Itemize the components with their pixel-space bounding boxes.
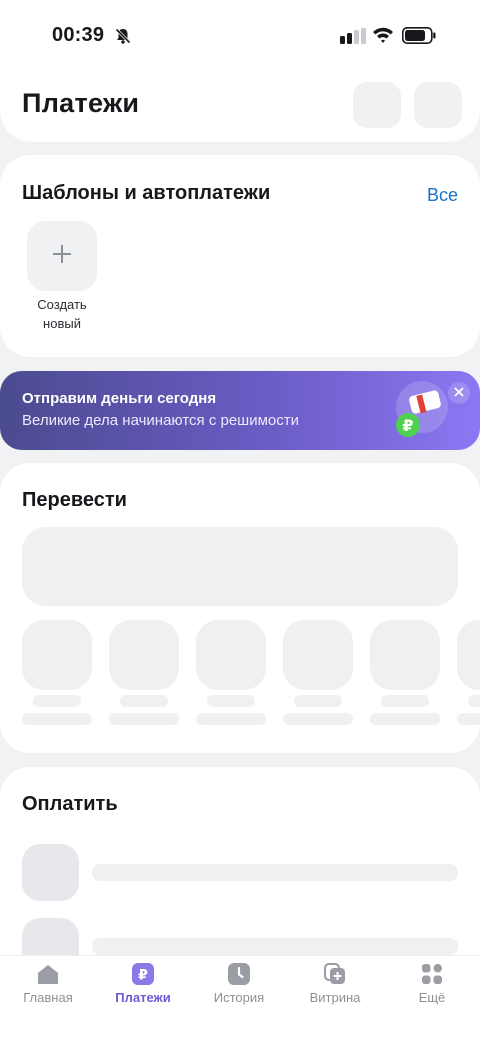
status-time: 00:39: [52, 24, 105, 46]
banner-title: Отправим деньги сегодня: [22, 390, 217, 407]
tab-payments[interactable]: ₽ Платежи: [98, 956, 188, 1016]
contact-avatar-placeholder: [370, 620, 440, 690]
create-label-line1: Создать: [37, 297, 87, 312]
contact-avatar-placeholder: [457, 620, 480, 690]
plus-icon: [51, 243, 73, 270]
contact-avatar-placeholder: [196, 620, 266, 690]
transfer-search-placeholder: [22, 527, 458, 606]
contact-sub-placeholder: [283, 713, 353, 725]
money-illustration-icon: ₽: [388, 379, 452, 448]
tab-label: Ещё: [418, 990, 446, 1005]
contact-name-placeholder: [207, 695, 255, 707]
battery-icon: [402, 27, 436, 49]
close-icon: [454, 384, 464, 402]
contact-sub-placeholder: [370, 713, 440, 725]
templates-card: Шаблоны и автоплатежи Все Создать новый: [0, 155, 480, 357]
header-card: [0, 0, 480, 142]
cards-plus-icon: [324, 963, 346, 985]
tab-label: Главная: [23, 990, 73, 1005]
create-template-button[interactable]: [27, 221, 97, 291]
tab-label: Платежи: [115, 990, 171, 1005]
ruble-icon: ₽: [132, 963, 154, 985]
bell-muted-icon: [114, 27, 132, 50]
transfer-title: Перевести: [22, 489, 127, 511]
contact-sub-placeholder: [196, 713, 266, 725]
pay-title: Оплатить: [22, 793, 118, 815]
contact-name-placeholder: [120, 695, 168, 707]
contact-name-placeholder: [33, 695, 81, 707]
svg-text:₽: ₽: [402, 416, 413, 435]
page-title: Платежи: [22, 88, 140, 118]
banner-close-button[interactable]: [448, 382, 470, 404]
transfer-card: Перевести: [0, 463, 480, 753]
contact-sub-placeholder: [22, 713, 92, 725]
payment-icon-placeholder: [22, 844, 79, 901]
tab-label: Витрина: [309, 990, 361, 1005]
contact-avatar-placeholder: [22, 620, 92, 690]
clock-icon: [228, 963, 250, 985]
tab-home[interactable]: Главная: [3, 956, 93, 1016]
banner-subtitle: Великие дела начинаются с решимости: [22, 412, 299, 429]
payment-label-placeholder: [92, 864, 458, 881]
tab-history[interactable]: История: [194, 956, 284, 1016]
templates-title: Шаблоны и автоплатежи: [22, 182, 271, 204]
wifi-icon: [372, 26, 394, 49]
contact-sub-placeholder: [457, 713, 480, 725]
header-action-button-2[interactable]: [414, 82, 462, 128]
contact-avatar-placeholder: [283, 620, 353, 690]
create-template-label: Создать новый: [22, 295, 102, 333]
contact-avatar-placeholder: [109, 620, 179, 690]
contact-name-placeholder: [294, 695, 342, 707]
home-icon: [37, 963, 59, 985]
svg-text:₽: ₽: [138, 968, 148, 984]
tab-more[interactable]: Ещё: [387, 956, 477, 1016]
templates-all-link[interactable]: Все: [427, 185, 458, 206]
grid-icon: [421, 963, 443, 985]
contact-sub-placeholder: [109, 713, 179, 725]
create-label-line2: новый: [43, 316, 81, 331]
promo-banner[interactable]: Отправим деньги сегодня Великие дела нач…: [0, 371, 480, 450]
payment-label-placeholder: [92, 938, 458, 955]
tab-showcase[interactable]: Витрина: [290, 956, 380, 1016]
bottom-tab-bar: Главная ₽ Платежи История Витрина Ещё: [0, 955, 480, 1043]
header-action-button-1[interactable]: [353, 82, 401, 128]
contact-name-placeholder: [381, 695, 429, 707]
signal-icon: [340, 28, 366, 49]
contact-name-placeholder: [468, 695, 480, 707]
tab-label: История: [213, 990, 265, 1005]
